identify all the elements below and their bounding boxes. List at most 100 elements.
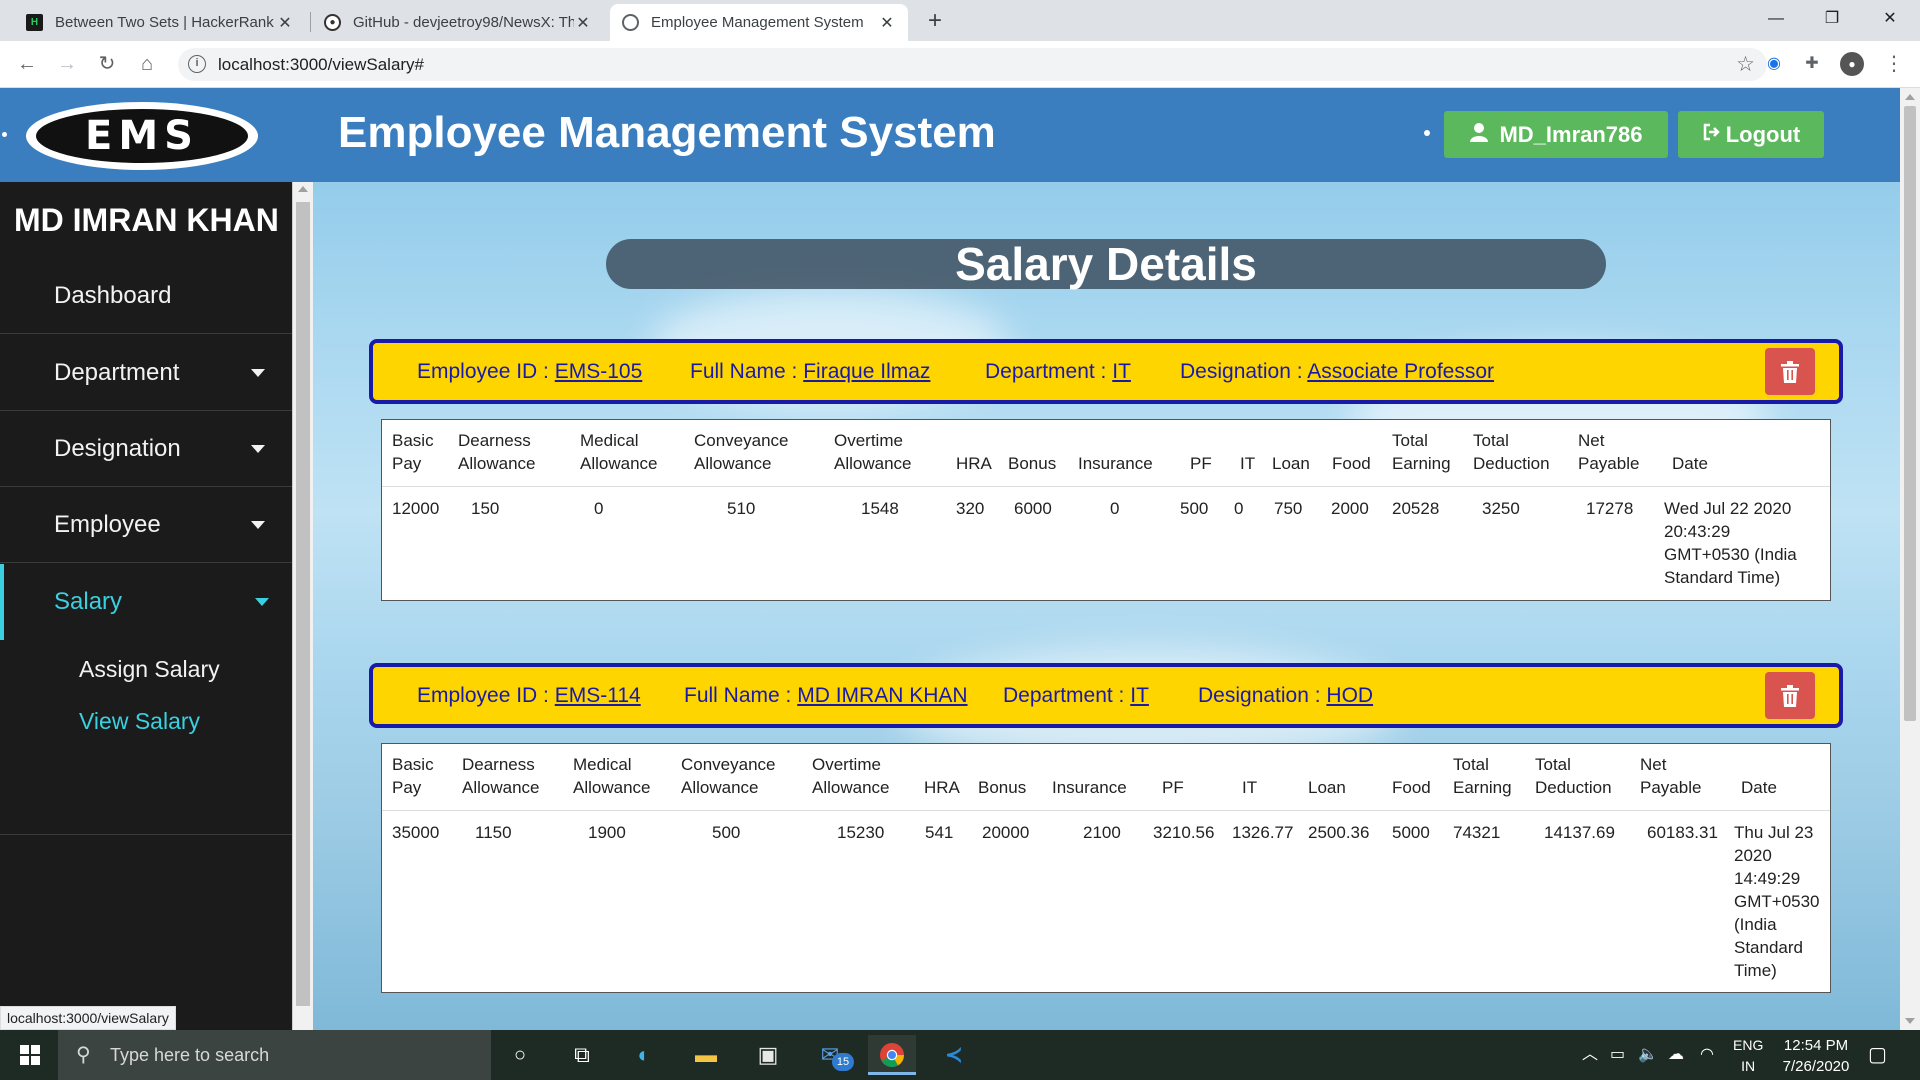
wifi-icon[interactable]: ◠ bbox=[1700, 1030, 1714, 1080]
edge-icon[interactable]: ◐ bbox=[620, 1035, 668, 1075]
field-label: Employee ID : bbox=[417, 684, 555, 707]
scroll-up-arrow-icon[interactable] bbox=[1905, 94, 1915, 100]
tab-employee-management[interactable]: Employee Management System ✕ bbox=[610, 4, 908, 41]
column-header: Overtime Allowance bbox=[812, 755, 890, 797]
close-icon[interactable]: ✕ bbox=[878, 13, 896, 33]
vscode-icon[interactable]: ≺ bbox=[930, 1035, 978, 1075]
caret-down-icon bbox=[251, 445, 265, 453]
table-cell: 500 bbox=[1180, 499, 1209, 518]
field-label: Department : bbox=[1003, 684, 1131, 707]
minimize-icon[interactable]: — bbox=[1748, 0, 1804, 41]
link-status-bar: localhost:3000/viewSalary bbox=[0, 1006, 176, 1030]
department-field: Department : IT bbox=[985, 360, 1131, 384]
department-link[interactable]: IT bbox=[1112, 360, 1131, 383]
column-header: PF bbox=[1162, 778, 1184, 797]
table-cell: 2000 bbox=[1331, 499, 1369, 518]
sidebar-scrollbar[interactable] bbox=[292, 182, 313, 1030]
tab-hackerrank[interactable]: H Between Two Sets | HackerRank ✕ bbox=[14, 4, 306, 41]
full-name-link[interactable]: MD IMRAN KHAN bbox=[797, 684, 967, 707]
department-link[interactable]: IT bbox=[1130, 684, 1149, 707]
table-cell: 1548 bbox=[861, 499, 899, 518]
table-cell: 150 bbox=[471, 499, 500, 518]
close-icon[interactable]: ✕ bbox=[276, 13, 294, 33]
taskbar-clock[interactable]: 12:54 PM 7/26/2020 bbox=[1760, 1035, 1872, 1077]
column-header: Total Deduction bbox=[1535, 755, 1612, 797]
tab-title: GitHub - devjeetroy98/NewsX: Th bbox=[353, 14, 574, 31]
sidebar-item-label: Employee bbox=[54, 511, 161, 538]
column-header: PF bbox=[1190, 454, 1212, 473]
page-scrollbar[interactable] bbox=[1900, 88, 1920, 1030]
battery-icon[interactable]: ▭ bbox=[1610, 1030, 1625, 1080]
home-icon[interactable]: ⌂ bbox=[132, 49, 162, 79]
table-cell: 510 bbox=[727, 499, 756, 518]
window-close-icon[interactable]: ✕ bbox=[1862, 0, 1918, 41]
volume-icon[interactable]: 🔈 bbox=[1638, 1030, 1658, 1080]
table-cell: 14137.69 bbox=[1544, 823, 1615, 842]
scrollbar-thumb[interactable] bbox=[296, 202, 310, 1006]
address-bar[interactable]: i localhost:3000/viewSalary# ☆ bbox=[178, 48, 1767, 81]
delete-button[interactable] bbox=[1765, 672, 1815, 719]
reload-icon[interactable]: ↻ bbox=[92, 49, 122, 79]
column-header: Dearness Allowance bbox=[458, 431, 536, 473]
column-header: IT bbox=[1242, 778, 1258, 797]
caret-down-icon bbox=[255, 598, 269, 606]
mail-icon[interactable]: ✉ 15 bbox=[806, 1035, 854, 1075]
tab-title: Between Two Sets | HackerRank bbox=[55, 14, 274, 31]
sidebar-subitem-view-salary[interactable]: View Salary bbox=[79, 708, 200, 735]
new-tab-button[interactable]: + bbox=[920, 7, 950, 37]
bookmark-star-icon[interactable]: ☆ bbox=[1736, 52, 1755, 77]
delete-button[interactable] bbox=[1765, 348, 1815, 395]
sidebar-item-dashboard[interactable]: Dashboard bbox=[0, 258, 292, 334]
sidebar-item-employee[interactable]: Employee bbox=[0, 487, 292, 563]
clock-date: 7/26/2020 bbox=[1782, 1058, 1850, 1075]
file-explorer-icon[interactable]: ▬ bbox=[682, 1035, 730, 1075]
sidebar-item-salary[interactable]: Salary bbox=[0, 564, 292, 640]
sidebar-subitem-assign-salary[interactable]: Assign Salary bbox=[79, 656, 220, 683]
table-cell: 0 bbox=[1234, 499, 1244, 518]
designation-link[interactable]: HOD bbox=[1326, 684, 1373, 707]
full-name-link[interactable]: Firaque Ilmaz bbox=[803, 360, 930, 383]
chrome-icon[interactable] bbox=[868, 1035, 916, 1075]
logout-button[interactable]: Logout bbox=[1678, 111, 1824, 158]
maximize-icon[interactable]: ❐ bbox=[1804, 0, 1860, 41]
scroll-down-arrow-icon[interactable] bbox=[1905, 1018, 1915, 1024]
user-profile-button[interactable]: MD_Imran786 bbox=[1444, 111, 1668, 158]
scroll-up-arrow-icon[interactable] bbox=[298, 186, 308, 192]
onedrive-icon[interactable]: ☁ bbox=[1668, 1030, 1684, 1080]
cortana-icon[interactable]: ○ bbox=[496, 1035, 544, 1075]
row-divider bbox=[382, 486, 1830, 487]
page-viewport: EMS Employee Management System MD_Imran7… bbox=[0, 88, 1900, 1030]
scrollbar-thumb[interactable] bbox=[1904, 106, 1916, 721]
language-indicator[interactable]: ENG IN bbox=[1733, 1035, 1763, 1077]
employee-id-link[interactable]: EMS-114 bbox=[555, 684, 641, 707]
taskbar-search-box[interactable]: ⚲ Type here to search bbox=[58, 1030, 491, 1080]
address-url[interactable]: localhost:3000/viewSalary# bbox=[218, 55, 424, 75]
employee-id-link[interactable]: EMS-105 bbox=[555, 360, 643, 383]
task-view-icon[interactable]: ⧉ bbox=[558, 1035, 606, 1075]
notification-icon[interactable]: ▢ bbox=[1868, 1030, 1887, 1080]
tray-chevron-icon[interactable]: ︿ bbox=[1582, 1030, 1598, 1080]
sidebar-item-department[interactable]: Department bbox=[0, 335, 292, 411]
extension-circle-icon[interactable]: ◉ bbox=[1762, 52, 1786, 76]
start-button[interactable] bbox=[0, 1030, 58, 1080]
profile-avatar[interactable]: ● bbox=[1840, 52, 1864, 76]
extensions-puzzle-icon[interactable]: ✚ bbox=[1800, 52, 1824, 76]
menu-dots-icon[interactable]: ⋮ bbox=[1882, 52, 1906, 76]
column-header: Food bbox=[1332, 454, 1371, 473]
sidebar-item-designation[interactable]: Designation bbox=[0, 411, 292, 487]
employee-info-bar: Employee ID : EMS-114 Full Name : MD IMR… bbox=[369, 663, 1843, 728]
store-icon[interactable]: ▣ bbox=[744, 1035, 792, 1075]
ems-logo[interactable]: EMS bbox=[26, 102, 258, 170]
field-label: Designation : bbox=[1198, 684, 1327, 707]
tab-github[interactable]: ● GitHub - devjeetroy98/NewsX: Th ✕ bbox=[312, 4, 604, 41]
back-icon[interactable]: ← bbox=[12, 49, 42, 79]
browser-toolbar: ← → ↻ ⌂ i localhost:3000/viewSalary# ☆ ◉… bbox=[0, 41, 1920, 88]
column-header: Total Earning bbox=[1392, 431, 1451, 473]
bullet-dot bbox=[2, 132, 7, 137]
column-header: Basic Pay bbox=[392, 431, 434, 473]
designation-link[interactable]: Associate Professor bbox=[1307, 360, 1494, 383]
site-info-icon[interactable]: i bbox=[188, 55, 206, 73]
tab-title: Employee Management System bbox=[651, 14, 864, 31]
forward-icon[interactable]: → bbox=[52, 49, 82, 79]
close-icon[interactable]: ✕ bbox=[574, 13, 592, 33]
